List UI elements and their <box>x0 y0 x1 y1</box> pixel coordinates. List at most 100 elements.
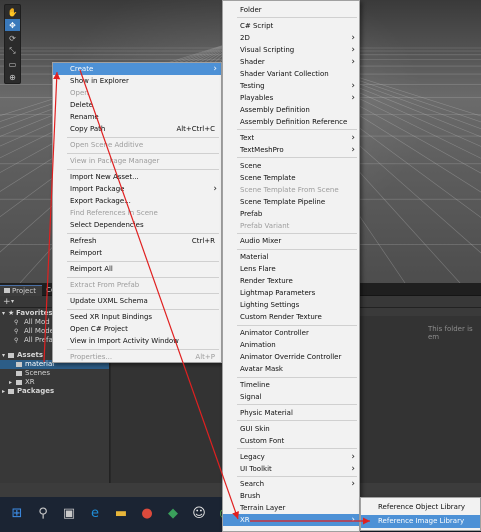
menu-item-scene-template-pipeline[interactable]: Scene Template Pipeline <box>223 196 359 208</box>
menu-item-seed-xr-input-bindings[interactable]: Seed XR Input Bindings <box>53 311 221 323</box>
packages-label: Packages <box>17 387 55 395</box>
menu-item-textmeshpro[interactable]: TextMeshPro › <box>223 144 359 156</box>
menu-item-reimport-all[interactable]: Reimport All <box>53 263 221 275</box>
menu-item-label: Text <box>240 133 255 142</box>
chevron-right-icon[interactable]: ▸ <box>9 378 12 387</box>
menu-item-label: Assembly Definition <box>240 105 310 114</box>
menu-item-open-c-project[interactable]: Open C# Project <box>53 323 221 335</box>
menu-item-legacy[interactable]: Legacy › <box>223 451 359 463</box>
menu-item-export-package[interactable]: Export Package... <box>53 195 221 207</box>
menu-item-prefab[interactable]: Prefab <box>223 208 359 220</box>
menu-item-custom-font[interactable]: Custom Font <box>223 435 359 447</box>
favorites-label: Favorites <box>16 309 53 317</box>
menu-item-show-in-explorer[interactable]: Show in Explorer <box>53 75 221 87</box>
menu-item-render-texture[interactable]: Render Texture <box>223 275 359 287</box>
menu-item-xr[interactable]: XR › <box>223 514 359 527</box>
app-icon-2[interactable]: ☺ <box>190 505 208 523</box>
menu-item-label: XR <box>240 516 250 525</box>
menu-item-material[interactable]: Material <box>223 251 359 263</box>
menu-item-testing[interactable]: Testing › <box>223 80 359 92</box>
menu-item-view-in-import-activity-window[interactable]: View in Import Activity Window <box>53 335 221 347</box>
menu-item-search[interactable]: Search › <box>223 478 359 490</box>
favorites-item-label: All Mode <box>24 327 54 335</box>
app-icon-1[interactable]: ◆ <box>164 505 182 523</box>
menu-item-signal[interactable]: Signal <box>223 391 359 403</box>
menu-separator <box>237 233 357 234</box>
menu-item-label: Update UXML Schema <box>70 297 148 305</box>
menu-item-brush[interactable]: Brush <box>223 490 359 502</box>
menu-item-timeline[interactable]: Timeline <box>223 379 359 391</box>
menu-item-lighting-settings[interactable]: Lighting Settings <box>223 299 359 311</box>
chevron-down-icon[interactable]: ▾ <box>11 297 14 307</box>
menu-item-2d[interactable]: 2D › <box>223 32 359 44</box>
chevron-right-icon: › <box>351 132 355 143</box>
menu-item-label: Create <box>70 65 94 73</box>
chrome-icon[interactable]: ● <box>138 505 156 523</box>
move-tool-icon[interactable]: ✥ <box>5 19 20 31</box>
menu-item-text[interactable]: Text › <box>223 132 359 144</box>
menu-item-lightmap-parameters[interactable]: Lightmap Parameters <box>223 287 359 299</box>
menu-item-reference-object-library[interactable]: Reference Object Library <box>361 501 480 515</box>
menu-item-animator-controller[interactable]: Animator Controller <box>223 327 359 339</box>
chevron-right-icon[interactable]: ▸ <box>2 387 5 396</box>
menu-item-animator-override-controller[interactable]: Animator Override Controller <box>223 351 359 363</box>
menu-separator <box>67 348 219 350</box>
menu-item-visual-scripting[interactable]: Visual Scripting › <box>223 44 359 56</box>
menu-item-label: Scene Template Pipeline <box>240 197 326 206</box>
menu-item-custom-render-texture[interactable]: Custom Render Texture <box>223 311 359 323</box>
xr-submenu: Reference Object Library Reference Image … <box>360 497 481 531</box>
menu-item-refresh[interactable]: Refresh Ctrl+R <box>53 235 221 247</box>
menu-item-reimport[interactable]: Reimport <box>53 247 221 259</box>
menu-item-terrain-layer[interactable]: Terrain Layer <box>223 502 359 514</box>
menu-item-assembly-definition[interactable]: Assembly Definition <box>223 104 359 116</box>
menu-item-import-package[interactable]: Import Package › <box>53 183 221 195</box>
menu-item-animation[interactable]: Animation <box>223 339 359 351</box>
menu-item-shader-variant-collection[interactable]: Shader Variant Collection <box>223 68 359 80</box>
menu-item-physic-material[interactable]: Physic Material <box>223 407 359 419</box>
menu-item-gui-skin[interactable]: GUI Skin <box>223 423 359 435</box>
menu-separator <box>67 260 219 262</box>
menu-item-select-dependencies[interactable]: Select Dependencies <box>53 219 221 231</box>
transform-tool-icon[interactable]: ⊕ <box>5 71 20 83</box>
menu-item-avatar-mask[interactable]: Avatar Mask <box>223 363 359 375</box>
add-icon[interactable]: + <box>3 297 11 307</box>
folder-item-scenes[interactable]: Scenes <box>0 369 109 378</box>
menu-item-reference-image-library[interactable]: Reference Image Library <box>361 514 480 528</box>
menu-item-update-uxml-schema[interactable]: Update UXML Schema <box>53 295 221 307</box>
menu-item-create[interactable]: Create › <box>53 63 221 75</box>
menu-item-rename[interactable]: Rename <box>53 111 221 123</box>
menu-item-assembly-definition-reference[interactable]: Assembly Definition Reference <box>223 116 359 128</box>
task-view-icon[interactable]: ▣ <box>60 505 78 523</box>
menu-item-shader[interactable]: Shader › <box>223 56 359 68</box>
rotate-tool-icon[interactable]: ⟳ <box>5 32 20 44</box>
menu-item-ui-toolkit[interactable]: UI Toolkit › <box>223 463 359 475</box>
chevron-down-icon[interactable]: ▾ <box>2 351 5 360</box>
packages-folder[interactable]: ▸ Packages <box>0 387 109 396</box>
edge-icon[interactable]: e <box>86 505 104 523</box>
menu-item-label: Audio Mixer <box>240 237 282 246</box>
menu-item-label: Brush <box>240 492 261 501</box>
menu-item-lens-flare[interactable]: Lens Flare <box>223 263 359 275</box>
menu-item-c-script[interactable]: C# Script <box>223 20 359 32</box>
start-icon[interactable]: ⊞ <box>8 505 26 523</box>
scale-tool-icon[interactable]: ⤡ <box>5 45 20 57</box>
menu-item-copy-path[interactable]: Copy Path Alt+Ctrl+C <box>53 123 221 135</box>
menu-item-playables[interactable]: Playables › <box>223 92 359 104</box>
search-icon[interactable]: ⚲ <box>34 505 52 523</box>
tab-project[interactable]: Project <box>0 285 42 296</box>
folder-item-label: material <box>25 360 55 368</box>
folder-icon <box>16 371 22 376</box>
file-explorer-icon[interactable]: ▬ <box>112 505 130 523</box>
menu-item-scene[interactable]: Scene <box>223 160 359 172</box>
hand-tool-icon[interactable]: ✋ <box>5 6 20 18</box>
rect-tool-icon[interactable]: ▭ <box>5 58 20 70</box>
chevron-down-icon[interactable]: ▾ <box>2 309 5 318</box>
menu-item-delete[interactable]: Delete <box>53 99 221 111</box>
menu-item-audio-mixer[interactable]: Audio Mixer <box>223 235 359 247</box>
menu-item-import-new-asset[interactable]: Import New Asset... <box>53 171 221 183</box>
menu-item-label: Timeline <box>240 381 270 390</box>
menu-item-scene-template[interactable]: Scene Template <box>223 172 359 184</box>
chevron-right-icon: › <box>351 479 355 490</box>
menu-item-folder[interactable]: Folder <box>223 4 359 16</box>
folder-item-xr[interactable]: ▸ XR <box>0 378 109 387</box>
